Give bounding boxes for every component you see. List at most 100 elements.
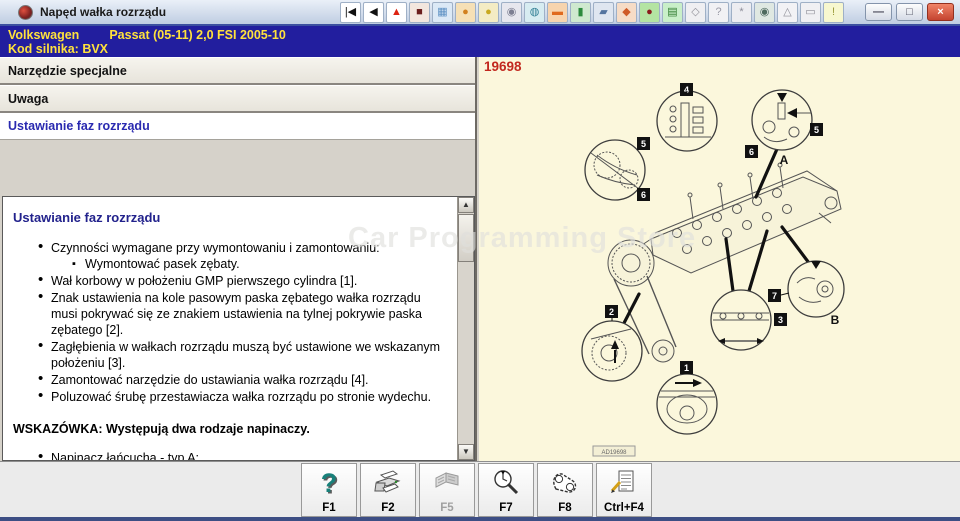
tools-icon[interactable]: ◍ (524, 2, 545, 23)
bullet-item: Poluzować śrubę przestawiacza wałka rozr… (51, 389, 449, 405)
door-icon[interactable]: ▮ (570, 2, 591, 23)
sidebar-item-timing-setup-active[interactable]: Ustawianie faz rozrządu (0, 113, 475, 140)
engine-code: Kod silnika: BVX (8, 42, 960, 56)
globe-icon[interactable]: ● (455, 2, 476, 23)
vehicle-icon[interactable]: ● (478, 2, 499, 23)
parts-icon-glyph: ◇ (691, 7, 699, 18)
scrollbar[interactable]: ▲ ▼ (457, 197, 474, 460)
vehicle-brand: Volkswagen (8, 28, 79, 42)
car-outline-icon-glyph: ▭ (805, 7, 815, 18)
sub-bullet-item: Wymontować pasek zębaty. (85, 256, 449, 272)
bullet-item: Wał korbowy w położeniu GMP pierwszego c… (51, 273, 449, 289)
sidebar-item-label: Ustawianie faz rozrządu (8, 119, 150, 133)
manual-button[interactable]: F5 (419, 463, 475, 517)
service-schedule-button[interactable]: F7 (478, 463, 534, 517)
print-button[interactable]: F2 (360, 463, 416, 517)
vehicle-header: Volkswagen Passat (05-11) 2,0 FSI 2005-10… (0, 26, 960, 57)
magnifier-clock-icon (491, 464, 521, 502)
figure-tag: AD19698 (601, 450, 627, 456)
diagram-panel: 19698 (479, 57, 960, 461)
disc-icon[interactable]: ◉ (501, 2, 522, 23)
triangle-outline-icon[interactable]: △ (777, 2, 798, 23)
scroll-up-button[interactable]: ▲ (458, 197, 474, 213)
globe-icon-glyph: ● (462, 7, 469, 18)
scrollbar-thumb[interactable] (458, 214, 474, 262)
train-icon-glyph: ▰ (599, 7, 607, 18)
printer-icon (373, 464, 403, 502)
map-icon[interactable]: ▦ (432, 2, 453, 23)
train-icon[interactable]: ▰ (593, 2, 614, 23)
belt-diagram-button[interactable]: F8 (537, 463, 593, 517)
bullet-item: Zagłębienia w wałkach rozrządu muszą być… (51, 339, 449, 371)
disc-icon-glyph: ◉ (507, 7, 517, 18)
sidebar-item-label: Narzędzie specjalne (8, 64, 127, 78)
sidebar-item-note[interactable]: Uwaga (0, 85, 475, 113)
sunset-icon[interactable]: ▬ (547, 2, 568, 23)
schematic-icon-glyph: ■ (416, 7, 423, 18)
title-bar: Napęd wałka rozrządu |◀ ◀ ▲ ■ ▦ ● ● ◉ ◍ ▬ ▮ ▰ ◆ ● ▤ ◇? *… (0, 0, 960, 26)
bullet-list: Napinacz łańcucha - typ A: (13, 450, 449, 460)
callout-5: 5 (814, 125, 819, 135)
close-button[interactable]: × (927, 3, 954, 21)
hint-icon[interactable]: ? (708, 2, 729, 23)
schematic-icon[interactable]: ■ (409, 2, 430, 23)
callout-letter-b: B (831, 313, 840, 327)
window-bottom-frame (0, 517, 960, 521)
toolbar-icons: |◀ ◀ ▲ ■ ▦ ● ● ◉ ◍ ▬ ▮ ▰ ◆ ● ▤ ◇? * ◉ △ ▭! (340, 2, 844, 23)
wrench-icon-glyph: ◆ (622, 7, 630, 18)
sidebar-item-special-tool[interactable]: Narzędzie specjalne (0, 57, 475, 85)
article: Ustawianie faz rozrządu Czynności wymaga… (3, 197, 457, 460)
timing-belt-icon (549, 464, 581, 502)
nav-back-icon[interactable]: ◀ (363, 2, 384, 23)
window-controls: —□× (865, 3, 954, 21)
warning-icon-glyph: ▲ (391, 7, 402, 18)
nav-first-icon[interactable]: |◀ (340, 2, 361, 23)
map-icon-glyph: ▦ (437, 7, 447, 18)
app-icon (18, 5, 33, 20)
callout-1: 1 (684, 363, 689, 373)
notes-button[interactable]: Ctrl+F4 (596, 463, 652, 517)
note-text: WSKAZÓWKA: Występują dwa rodzaje napinac… (13, 421, 449, 437)
parts-icon[interactable]: ◇ (685, 2, 706, 23)
callout-7: 7 (772, 291, 777, 301)
sub-bullet-list: Wymontować pasek zębaty. (51, 256, 449, 272)
restore-button[interactable]: □ (896, 3, 923, 21)
printer-green-icon[interactable]: ▤ (662, 2, 683, 23)
callout-2: 2 (609, 307, 614, 317)
bullet-list: Czynności wymagane przy wymontowaniu i z… (13, 240, 449, 405)
door-icon-glyph: ▮ (577, 7, 583, 18)
window-title: Napęd wałka rozrządu (40, 5, 166, 19)
callout-6: 6 (749, 147, 754, 157)
question-mark-icon: ? (321, 468, 338, 499)
rotate-icon[interactable]: * (731, 2, 752, 23)
disc-dark-icon[interactable]: ◉ (754, 2, 775, 23)
help-button[interactable]: ? F1 (301, 463, 357, 517)
vehicle-icon-glyph: ● (485, 7, 492, 18)
footer-bar: ? F1 F2 F5 (0, 461, 960, 517)
book-icon (432, 464, 462, 502)
alert-strip-icon-glyph: ! (832, 7, 835, 18)
timing-diagram-illustration: 4 5 6 5 6 7 3 2 1 A B AD19698 (479, 57, 960, 461)
vehicle-model: Passat (05-11) 2,0 FSI 2005-10 (109, 28, 286, 42)
callout-5b: 5 (641, 139, 646, 149)
tools-icon-glyph: ◍ (530, 7, 540, 18)
document-pencil-icon (609, 464, 639, 502)
printer-green-icon-glyph: ▤ (667, 7, 677, 18)
warning-icon[interactable]: ▲ (386, 2, 407, 23)
wrench-icon[interactable]: ◆ (616, 2, 637, 23)
rotate-icon-glyph: * (739, 7, 743, 18)
car-outline-icon[interactable]: ▭ (800, 2, 821, 23)
callout-6b: 6 (641, 190, 646, 200)
bullet-item: Napinacz łańcucha - typ A: (51, 450, 449, 460)
car-service-icon[interactable]: ● (639, 2, 660, 23)
minimize-button[interactable]: — (865, 3, 892, 21)
content-panel: Ustawianie faz rozrządu Czynności wymaga… (2, 196, 475, 461)
nav-first-icon-glyph: |◀ (345, 7, 356, 18)
disc-dark-icon-glyph: ◉ (760, 7, 770, 18)
car-service-icon-glyph: ● (646, 7, 653, 18)
bullet-item: Znak ustawienia na kole pasowym paska zę… (51, 290, 449, 338)
bullet-item: Zamontować narzędzie do ustawiania wałka… (51, 372, 449, 388)
scroll-down-button[interactable]: ▼ (458, 444, 474, 460)
hint-icon-glyph: ? (715, 7, 721, 18)
alert-strip-icon[interactable]: ! (823, 2, 844, 23)
